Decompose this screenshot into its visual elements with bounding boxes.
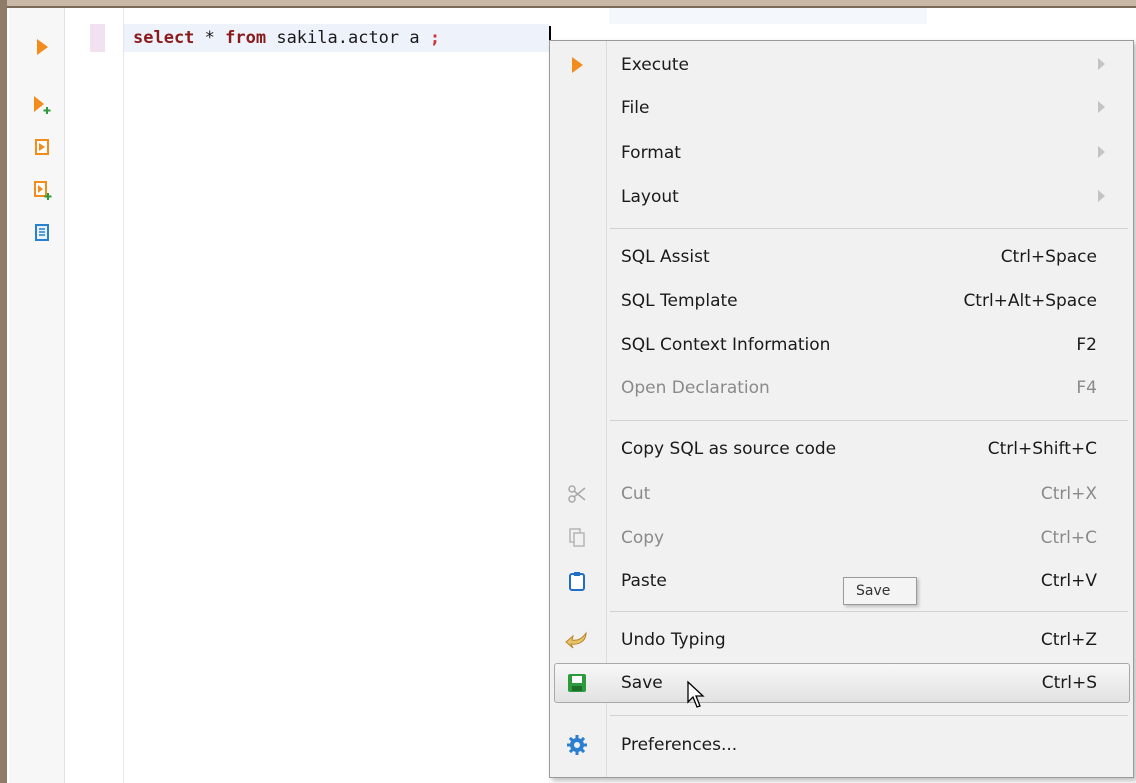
explain-plan-icon — [35, 224, 49, 241]
copy-icon — [564, 526, 590, 550]
mouse-cursor-icon — [687, 680, 705, 708]
menu-item-shortcut: Ctrl+X — [1040, 484, 1097, 504]
submenu-arrow-icon — [1098, 190, 1105, 202]
menu-item-label: File — [621, 98, 650, 118]
menu-item-shortcut: F4 — [1076, 378, 1097, 398]
menu-item-shortcut: F2 — [1076, 335, 1097, 355]
gear-icon — [564, 733, 590, 757]
sql-editor-line[interactable]: select * from sakila.actor a ; — [133, 26, 440, 50]
menu-item-shortcut: Ctrl+V — [1040, 571, 1097, 591]
menu-item-sql-template[interactable]: SQL Template Ctrl+Alt+Space — [550, 281, 1133, 321]
undo-icon — [564, 628, 590, 652]
menu-item-label: Execute — [621, 55, 689, 75]
execute-icon — [37, 39, 48, 55]
window-frame-edge — [0, 6, 1136, 8]
execute-new-tab-icon — [34, 96, 51, 114]
sql-keyword-select: select — [133, 28, 195, 48]
editor-top-strip — [609, 8, 927, 24]
explain-plan-button[interactable] — [29, 220, 55, 246]
menu-item-cut[interactable]: Cut Ctrl+X — [550, 474, 1133, 514]
menu-separator — [610, 420, 1128, 421]
menu-item-file[interactable]: File — [550, 88, 1133, 128]
window-frame-left — [0, 0, 7, 783]
execute-script-new-tab-button[interactable] — [29, 177, 55, 203]
menu-item-sql-context-information[interactable]: SQL Context Information F2 — [550, 325, 1133, 365]
menu-item-format[interactable]: Format — [550, 133, 1133, 173]
menu-item-label: Save — [621, 673, 663, 693]
sql-text: sakila.actor a — [266, 28, 430, 48]
tooltip: Save — [843, 577, 917, 605]
menu-separator — [610, 715, 1128, 716]
menu-item-shortcut: Ctrl+Alt+Space — [963, 291, 1097, 311]
menu-item-label: Cut — [621, 484, 651, 504]
menu-separator — [610, 611, 1128, 612]
menu-item-label: Open Declaration — [621, 378, 770, 398]
menu-item-label: Copy — [621, 528, 665, 548]
menu-item-copy[interactable]: Copy Ctrl+C — [550, 518, 1133, 558]
execute-script-icon — [35, 139, 49, 155]
menu-item-shortcut: Ctrl+Z — [1040, 630, 1097, 650]
menu-separator — [610, 228, 1128, 229]
line-gutter — [65, 8, 124, 783]
menu-item-label: Format — [621, 143, 681, 163]
clipboard-icon — [564, 569, 590, 593]
menu-item-label: Undo Typing — [621, 630, 726, 650]
current-line-marker — [90, 24, 105, 52]
menu-item-layout[interactable]: Layout — [550, 177, 1133, 217]
submenu-arrow-icon — [1098, 58, 1105, 70]
menu-item-copy-sql-as-source-code[interactable]: Copy SQL as source code Ctrl+Shift+C — [550, 429, 1133, 469]
sql-text: * — [194, 28, 226, 48]
save-icon — [564, 671, 590, 695]
menu-item-shortcut: Ctrl+C — [1040, 528, 1097, 548]
menu-item-label: SQL Context Information — [621, 335, 831, 355]
menu-item-save[interactable]: Save Ctrl+S — [550, 663, 1133, 703]
submenu-arrow-icon — [1098, 101, 1105, 113]
menu-item-shortcut: Ctrl+Space — [1000, 247, 1097, 267]
menu-item-label: Copy SQL as source code — [621, 439, 837, 459]
menu-item-label: SQL Assist — [621, 247, 710, 267]
execute-icon — [564, 53, 590, 77]
menu-item-open-declaration[interactable]: Open Declaration F4 — [550, 368, 1133, 408]
menu-item-label: Layout — [621, 187, 679, 207]
menu-item-preferences[interactable]: Preferences... — [550, 725, 1133, 765]
tooltip-text: Save — [856, 583, 891, 599]
menu-item-shortcut: Ctrl+S — [1041, 673, 1097, 693]
menu-item-label: SQL Template — [621, 291, 738, 311]
sql-keyword-from: from — [225, 28, 267, 48]
execute-script-button[interactable] — [29, 134, 55, 160]
menu-item-execute[interactable]: Execute — [550, 45, 1133, 85]
menu-item-label: Preferences... — [621, 735, 738, 755]
execute-script-new-tab-icon — [34, 181, 52, 200]
editor-toolbar — [9, 8, 65, 783]
sql-semicolon: ; — [429, 28, 441, 48]
menu-item-sql-assist[interactable]: SQL Assist Ctrl+Space — [550, 237, 1133, 277]
menu-item-shortcut: Ctrl+Shift+C — [987, 439, 1097, 459]
menu-item-paste[interactable]: Paste Ctrl+V — [550, 561, 1133, 601]
execute-new-tab-button[interactable] — [29, 92, 55, 118]
context-menu: Execute File Format Layout SQL Assist Ct… — [549, 40, 1134, 778]
submenu-arrow-icon — [1098, 146, 1105, 158]
execute-button[interactable] — [29, 34, 55, 60]
menu-item-label: Paste — [621, 571, 667, 591]
menu-item-undo-typing[interactable]: Undo Typing Ctrl+Z — [550, 620, 1133, 660]
scissors-icon — [564, 482, 590, 506]
